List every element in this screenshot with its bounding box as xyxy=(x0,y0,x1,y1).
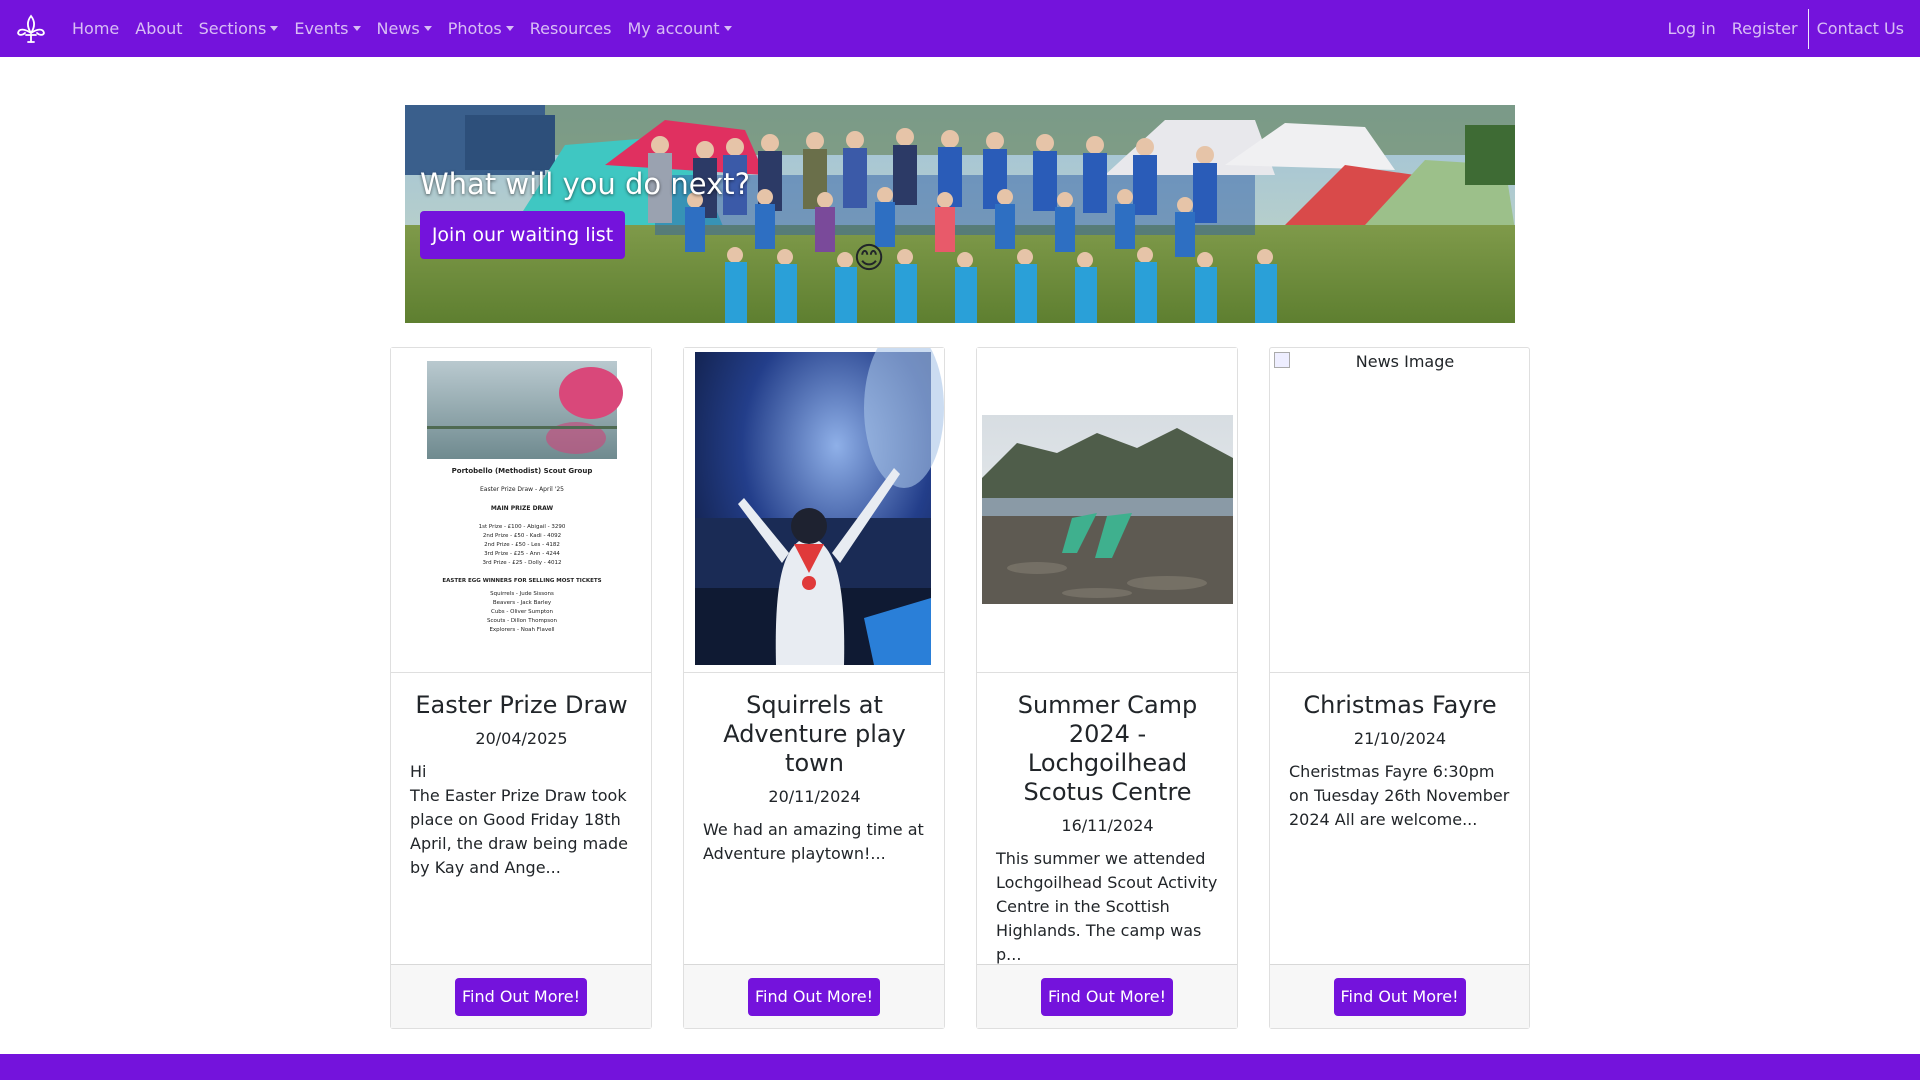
card-body: Summer Camp 2024 - Lochgoilhead Scotus C… xyxy=(977,673,1237,967)
card-text: Hi The Easter Prize Draw took place on G… xyxy=(410,762,629,877)
main-nav: Home About Sections Events News Photos R… xyxy=(64,0,740,57)
news-card: Portobello (Methodist) Scout Group Easte… xyxy=(390,347,652,1029)
nav-photos-dropdown[interactable]: Photos xyxy=(440,0,522,57)
card-footer: Find Out More! xyxy=(391,964,651,1028)
card-footer: Find Out More! xyxy=(1270,964,1529,1028)
nav-label: Sections xyxy=(198,19,267,38)
find-out-more-button[interactable]: Find Out More! xyxy=(1333,977,1466,1016)
poster-row: 1st Prize - £100 - Abigail - 3290 xyxy=(479,524,566,530)
caret-down-icon xyxy=(723,26,732,31)
nav-resources[interactable]: Resources xyxy=(522,0,620,57)
poster-winner: Scouts - Dillon Thompson xyxy=(487,618,558,624)
poster-row: 2nd Prize - £50 - Kadi - 4092 xyxy=(483,533,561,539)
prize-draw-poster: Portobello (Methodist) Scout Group Easte… xyxy=(391,348,651,672)
caret-down-icon xyxy=(505,26,514,31)
contact-us-link[interactable]: Contact Us xyxy=(1809,0,1912,57)
poster-winner: Beavers - Jack Barley xyxy=(493,600,552,606)
nav-label: Home xyxy=(72,19,120,38)
news-card: Squirrels at Adventure play town 20/11/2… xyxy=(683,347,945,1029)
poster-winner: Squirrels - Jude Sissons xyxy=(490,591,554,597)
nav-my-account-dropdown[interactable]: My account xyxy=(619,0,739,57)
news-card: Summer Camp 2024 - Lochgoilhead Scotus C… xyxy=(976,347,1238,1029)
card-footer: Find Out More! xyxy=(684,964,944,1028)
news-card: News Image Christmas Fayre 21/10/2024 Ch… xyxy=(1269,347,1530,1029)
card-date: 16/11/2024 xyxy=(1061,816,1154,835)
poster-subtitle: Easter Prize Draw - April '25 xyxy=(480,486,564,493)
broken-image-icon xyxy=(1274,352,1290,368)
caret-down-icon xyxy=(423,26,432,31)
caret-down-icon xyxy=(352,26,361,31)
card-title: Squirrels at Adventure play town xyxy=(723,691,906,777)
caret-down-icon xyxy=(270,26,279,31)
poster-winner: Explorers - Noah Flavell xyxy=(489,627,555,633)
join-waiting-list-button[interactable]: Join our waiting list xyxy=(420,211,625,259)
nav-label: Events xyxy=(294,19,349,38)
card-image[interactable]: Portobello (Methodist) Scout Group Easte… xyxy=(391,348,651,673)
card-date: 20/04/2025 xyxy=(475,729,568,748)
nav-label: News xyxy=(376,19,420,38)
card-text: We had an amazing time at Adventure play… xyxy=(703,820,924,863)
card-image[interactable] xyxy=(977,348,1237,673)
top-navbar: Home About Sections Events News Photos R… xyxy=(0,0,1920,57)
nav-label: My account xyxy=(627,19,720,38)
card-image[interactable] xyxy=(684,348,944,673)
card-text: Cheristmas Fayre 6:30pm on Tuesday 26th … xyxy=(1289,762,1510,829)
register-link[interactable]: Register xyxy=(1724,0,1806,57)
find-out-more-button[interactable]: Find Out More! xyxy=(1041,977,1173,1016)
poster-org: Portobello (Methodist) Scout Group xyxy=(452,467,593,475)
nav-label: Resources xyxy=(529,19,612,38)
find-out-more-button[interactable]: Find Out More! xyxy=(748,977,880,1016)
poster-heading-2: EASTER EGG WINNERS FOR SELLING MOST TICK… xyxy=(442,578,601,584)
nav-home[interactable]: Home xyxy=(64,0,127,57)
nav-sections-dropdown[interactable]: Sections xyxy=(191,0,287,57)
nav-label: About xyxy=(135,19,183,38)
poster-heading: MAIN PRIZE DRAW xyxy=(491,505,554,512)
poster-row: 2nd Prize - £50 - Les - 4182 xyxy=(484,542,560,548)
news-cards: Portobello (Methodist) Scout Group Easte… xyxy=(390,347,1530,1029)
nav-label: Photos xyxy=(447,19,502,38)
poster-winner: Cubs - Oliver Sumpton xyxy=(491,609,554,615)
smiley-emoji: 😊 xyxy=(853,241,885,276)
nav-events-dropdown[interactable]: Events xyxy=(286,0,368,57)
hero-title: What will you do next? xyxy=(420,167,751,201)
fleur-de-lis-icon[interactable] xyxy=(14,12,48,46)
loch-canoes-photo xyxy=(977,348,1237,672)
image-alt-text: News Image xyxy=(1355,352,1455,371)
card-date: 20/11/2024 xyxy=(768,787,861,806)
card-body: Christmas Fayre 21/10/2024 Cheristmas Fa… xyxy=(1270,673,1529,832)
footer-bar xyxy=(0,1054,1920,1080)
card-footer: Find Out More! xyxy=(977,964,1237,1028)
card-date: 21/10/2024 xyxy=(1353,729,1447,748)
account-nav: Log in Register Contact Us xyxy=(1659,0,1912,57)
nav-about[interactable]: About xyxy=(127,0,190,57)
broken-image: News Image xyxy=(1274,352,1516,371)
card-image[interactable]: News Image xyxy=(1270,348,1529,673)
card-body: Easter Prize Draw 20/04/2025 Hi The East… xyxy=(391,673,651,880)
poster-row: 3rd Prize - £25 - Ann - 4244 xyxy=(484,551,560,557)
poster-row: 3rd Prize - £25 - Dolly - 4012 xyxy=(482,560,561,566)
hero-banner: What will you do next? Join our waiting … xyxy=(405,105,1515,323)
adventure-playtown-photo xyxy=(684,348,944,672)
login-link[interactable]: Log in xyxy=(1659,0,1723,57)
nav-news-dropdown[interactable]: News xyxy=(369,0,440,57)
card-title: Easter Prize Draw xyxy=(415,691,628,719)
card-title: Summer Camp 2024 - Lochgoilhead Scotus C… xyxy=(1017,691,1198,806)
card-title: Christmas Fayre xyxy=(1303,691,1497,719)
card-text: This summer we attended Lochgoilhead Sco… xyxy=(996,849,1218,964)
find-out-more-button[interactable]: Find Out More! xyxy=(455,977,587,1016)
card-body: Squirrels at Adventure play town 20/11/2… xyxy=(684,673,944,866)
